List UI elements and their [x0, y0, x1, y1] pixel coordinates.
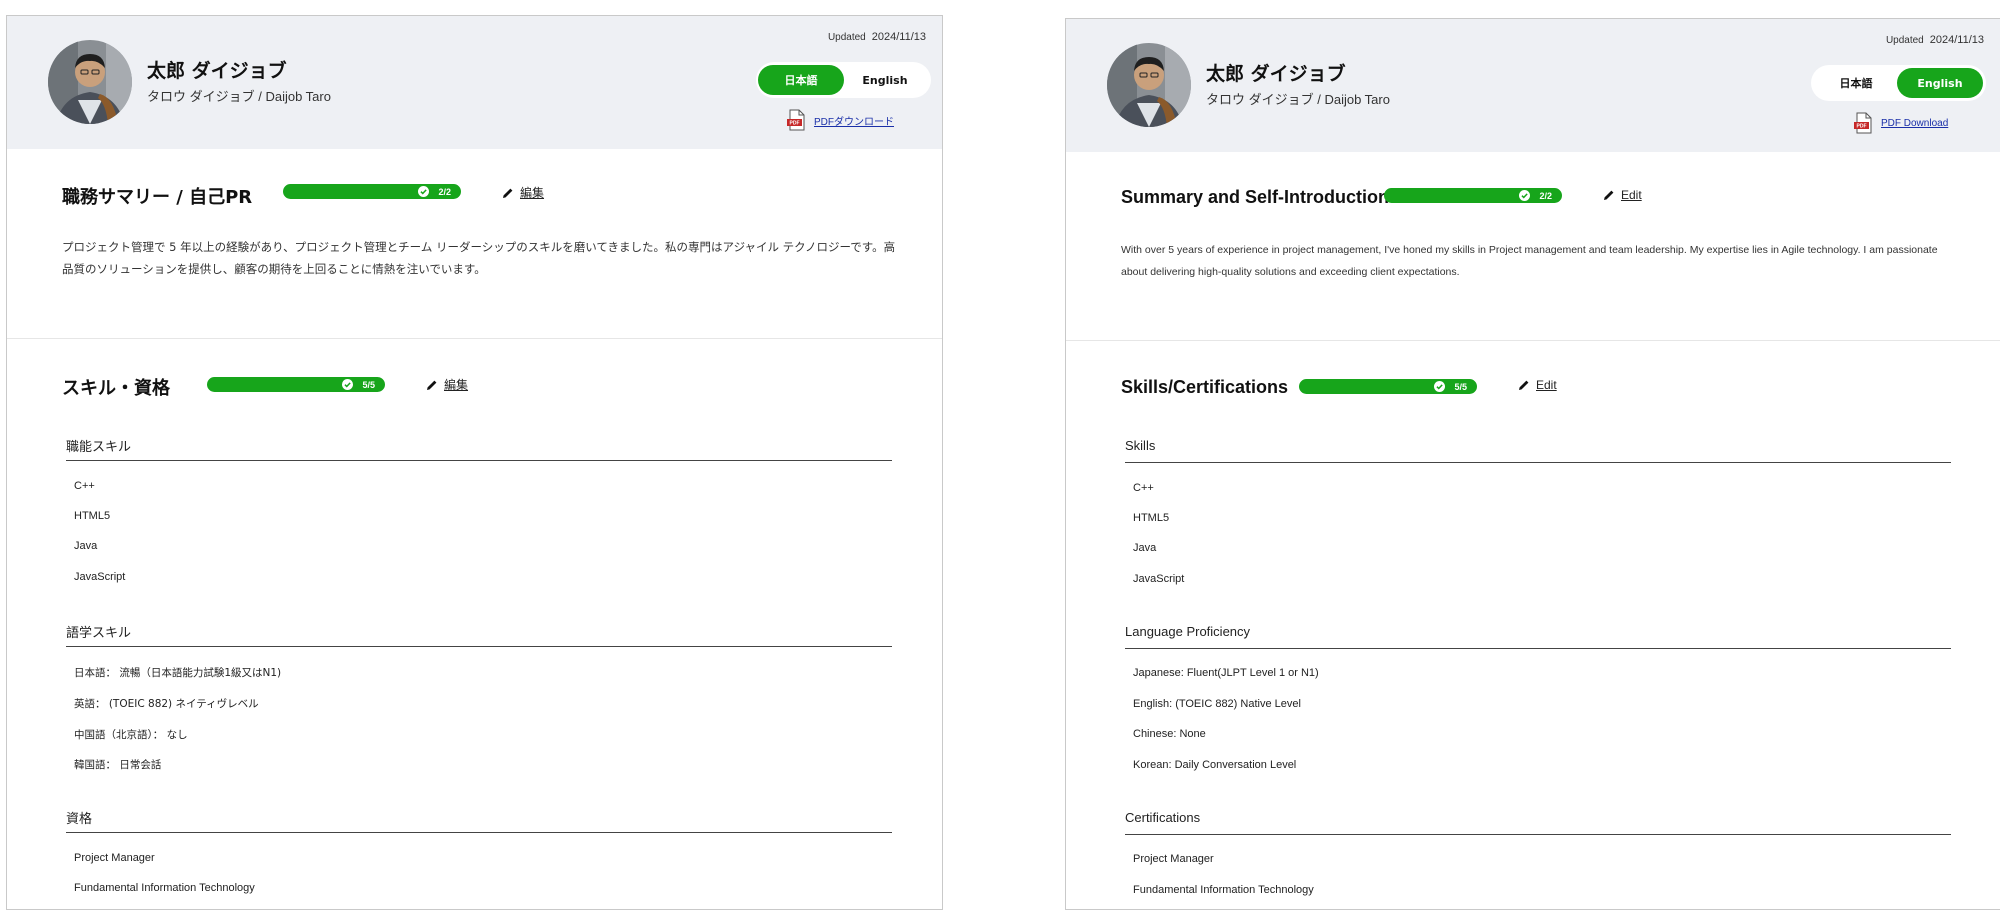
- check-icon: [418, 186, 430, 197]
- resume-panel-japanese: 太郎 ダイジョブ タロウ ダイジョブ / Daijob Taro Updated…: [6, 15, 943, 910]
- language-toggle: 日本語 English: [1811, 65, 1986, 101]
- section-divider: [7, 338, 942, 339]
- skills-edit-label: 編集: [444, 378, 469, 392]
- skill-item: Java: [74, 540, 98, 552]
- cert-item: Project Manager: [1133, 853, 1214, 865]
- profile-kana-name: タロウ ダイジョブ / Daijob Taro: [147, 89, 331, 104]
- cert-item: Project Manager: [74, 852, 155, 864]
- skill-item: Java: [1133, 542, 1157, 554]
- summary-progress-bar: 2/2: [1384, 188, 1562, 203]
- skills-edit-link[interactable]: 編集: [426, 376, 468, 393]
- summary-progress-bar: 2/2: [283, 184, 461, 199]
- language-item: Chinese: None: [1133, 728, 1206, 740]
- language-item: 英語： (TOEIC 882) ネイティヴレベル: [74, 698, 259, 710]
- language-toggle: 日本語 English: [756, 62, 931, 98]
- lang-button-english[interactable]: English: [1897, 68, 1983, 98]
- updated-info: Updated 2024/11/13: [828, 31, 926, 43]
- pencil-icon: [1519, 380, 1529, 390]
- updated-label: Updated: [1885, 35, 1924, 46]
- lang-button-japanese[interactable]: 日本語: [758, 65, 844, 95]
- profile-name: 太郎 ダイジョブ: [1206, 63, 1346, 85]
- summary-edit-link[interactable]: 編集: [502, 184, 544, 201]
- pdf-download-label: PDFダウンロード: [814, 116, 894, 128]
- summary-text: プロジェクト管理で 5 年以上の経験があり、プロジェクト管理とチーム リーダーシ…: [62, 240, 896, 276]
- skill-item: JavaScript: [74, 571, 126, 583]
- pencil-icon: [1604, 190, 1614, 200]
- profile-header: 太郎 ダイジョブ タロウ ダイジョブ / Daijob Taro Updated…: [7, 16, 942, 149]
- svg-text:PDF: PDF: [1857, 124, 1867, 130]
- pdf-download-link[interactable]: PDF PDF Download: [1852, 112, 1948, 134]
- pdf-download-label: PDF Download: [1881, 117, 1949, 129]
- check-icon: [342, 379, 354, 390]
- certifications-heading: 資格: [66, 808, 892, 833]
- section-divider: [1066, 340, 2000, 341]
- language-item: English: (TOEIC 882) Native Level: [1133, 698, 1301, 710]
- check-icon: [1434, 381, 1446, 392]
- language-skills-heading: 語学スキル: [66, 622, 892, 647]
- skills-progress-bar: 5/5: [207, 377, 385, 392]
- avatar: [1107, 43, 1191, 127]
- resume-panel-english: 太郎 ダイジョブ タロウ ダイジョブ / Daijob Taro Updated…: [1065, 18, 2000, 910]
- skills-title: Skills/Certifications: [1121, 377, 1289, 397]
- cert-item: Fundamental Information Technology: [74, 882, 255, 894]
- skills-edit-link[interactable]: Edit: [1518, 378, 1557, 392]
- summary-edit-link[interactable]: Edit: [1603, 188, 1642, 202]
- profile-header: 太郎 ダイジョブ タロウ ダイジョブ / Daijob Taro Updated…: [1066, 19, 2000, 152]
- skill-item: C++: [74, 480, 95, 492]
- skill-item: C++: [1133, 482, 1154, 494]
- pencil-icon: [503, 188, 513, 198]
- updated-date: 2024/11/13: [871, 31, 926, 43]
- skills-progress-text: 5/5: [362, 379, 375, 390]
- language-item: 日本語： 流暢（日本語能力試験1級又はN1): [74, 667, 282, 679]
- updated-date: 2024/11/13: [1929, 34, 1984, 46]
- check-icon: [1519, 190, 1531, 201]
- skills-progress-bar: 5/5: [1299, 379, 1477, 394]
- skill-item: HTML5: [74, 510, 111, 522]
- skill-item: JavaScript: [1133, 573, 1185, 585]
- skill-item: HTML5: [1133, 512, 1170, 524]
- summary-progress-text: 2/2: [438, 186, 451, 197]
- skills-title: スキル・資格: [62, 378, 170, 399]
- summary-edit-label: 編集: [520, 186, 545, 200]
- skills-edit-label: Edit: [1536, 378, 1557, 392]
- lang-button-english[interactable]: English: [842, 65, 928, 95]
- svg-text:PDF: PDF: [790, 121, 800, 127]
- pencil-icon: [427, 380, 437, 390]
- profile-kana-name: タロウ ダイジョブ / Daijob Taro: [1206, 92, 1390, 107]
- language-item: Japanese: Fluent(JLPT Level 1 or N1): [1133, 667, 1319, 679]
- certifications-heading: Certifications: [1125, 810, 1951, 835]
- functional-skills-heading: 職能スキル: [66, 436, 892, 461]
- profile-name: 太郎 ダイジョブ: [147, 60, 287, 82]
- lang-button-japanese[interactable]: 日本語: [1813, 68, 1899, 98]
- pdf-download-link[interactable]: PDF PDFダウンロード: [785, 109, 894, 131]
- summary-edit-label: Edit: [1621, 188, 1642, 202]
- summary-progress-text: 2/2: [1539, 190, 1552, 201]
- avatar: [48, 40, 132, 124]
- pdf-icon: PDF: [787, 109, 805, 131]
- summary-title: 職務サマリー / 自己PR: [62, 187, 253, 208]
- updated-label: Updated: [827, 32, 866, 43]
- pdf-icon: PDF: [1854, 112, 1872, 134]
- functional-skills-heading: Skills: [1125, 438, 1951, 463]
- language-skills-heading: Language Proficiency: [1125, 624, 1951, 649]
- updated-info: Updated 2024/11/13: [1886, 34, 1984, 46]
- language-item: 中国語（北京語）： なし: [74, 729, 188, 741]
- cert-item: Fundamental Information Technology: [1133, 884, 1314, 896]
- summary-title: Summary and Self-Introduction: [1121, 187, 1390, 207]
- language-item: Korean: Daily Conversation Level: [1133, 759, 1297, 771]
- summary-text: With over 5 years of experience in proje…: [1121, 244, 1938, 278]
- language-item: 韓国語： 日常会話: [74, 759, 162, 771]
- skills-progress-text: 5/5: [1454, 381, 1467, 392]
